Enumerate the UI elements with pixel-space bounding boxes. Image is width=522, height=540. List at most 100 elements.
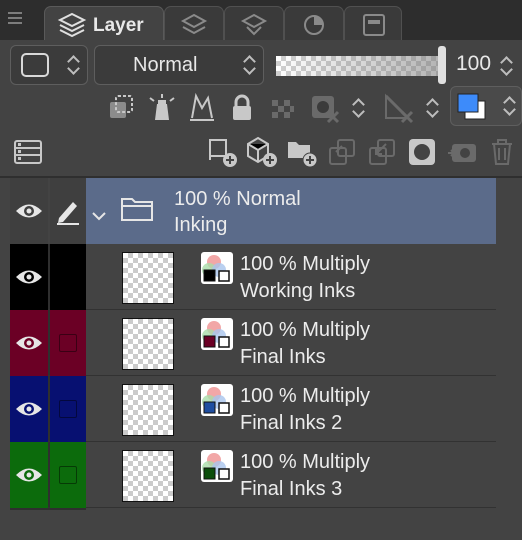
new-vector-layer-icon bbox=[247, 136, 277, 167]
clip-lower-layer-button[interactable] bbox=[106, 92, 138, 124]
layer-title: 100 % Multiply bbox=[240, 319, 371, 341]
tab-layer-label: Layer bbox=[93, 15, 144, 36]
chevron-updown-icon bbox=[67, 54, 79, 76]
tab-navigator[interactable] bbox=[284, 6, 344, 40]
layer-color-dropdown[interactable] bbox=[450, 86, 522, 126]
tab-layer[interactable]: Layer bbox=[44, 6, 164, 40]
layer-thumbnail bbox=[122, 450, 174, 502]
apply-mask-icon bbox=[448, 144, 476, 162]
pen-icon bbox=[57, 202, 79, 225]
new-vector-layer-button[interactable] bbox=[246, 136, 278, 168]
opacity-slider-handle[interactable] bbox=[438, 46, 446, 84]
merge-down-button[interactable] bbox=[366, 136, 398, 168]
navigator-icon bbox=[304, 15, 324, 35]
color-profile-icon bbox=[201, 450, 233, 482]
layer-color-swatch-icon bbox=[457, 93, 486, 120]
tab-material[interactable] bbox=[344, 6, 402, 40]
lock-layer-button[interactable] bbox=[226, 92, 258, 124]
layer-title: 100 % Multiply bbox=[240, 253, 371, 275]
opacity-slider-track[interactable] bbox=[276, 56, 438, 76]
reference-layer-button[interactable] bbox=[146, 92, 178, 124]
color-profile-icon bbox=[201, 318, 233, 350]
new-raster-layer-button[interactable] bbox=[206, 136, 238, 168]
eye-icon bbox=[16, 270, 42, 284]
opacity-value[interactable]: 100 bbox=[456, 52, 491, 76]
edit-target-checkbox[interactable] bbox=[59, 466, 77, 484]
layer-name: Working Inks bbox=[240, 280, 356, 302]
edit-target-checkbox[interactable] bbox=[59, 400, 77, 418]
folder-edit-target[interactable] bbox=[50, 178, 86, 244]
reference-layer-icon bbox=[149, 94, 175, 120]
create-mask-icon bbox=[409, 139, 435, 165]
layer-edit-target[interactable] bbox=[50, 376, 86, 442]
layer-thumbnail bbox=[122, 252, 174, 304]
lock-layer-icon bbox=[233, 94, 251, 120]
mask-enable-button[interactable] bbox=[308, 92, 340, 124]
palette-menu-icon bbox=[14, 140, 42, 164]
layer-title: 100 % Multiply bbox=[240, 451, 371, 473]
folder-visibility-toggle[interactable] bbox=[10, 178, 48, 244]
color-profile-icon bbox=[201, 384, 233, 416]
new-folder-button[interactable] bbox=[286, 136, 318, 168]
blend-mode-value: Normal bbox=[133, 54, 198, 76]
chevron-updown-icon bbox=[503, 95, 515, 117]
layer-visibility-toggle[interactable] bbox=[10, 244, 48, 310]
edit-target-checkbox[interactable] bbox=[59, 268, 77, 286]
apply-mask-button[interactable] bbox=[446, 136, 478, 168]
panel-tab-bar: Layer bbox=[0, 0, 522, 40]
draft-layer-icon bbox=[190, 92, 214, 121]
transfer-to-lower-button[interactable] bbox=[326, 136, 358, 168]
layer-property-icon bbox=[180, 13, 208, 35]
panel-grip-icon[interactable] bbox=[8, 12, 22, 26]
ruler-show-button[interactable] bbox=[382, 92, 414, 124]
mask-chevron-updown-icon[interactable] bbox=[352, 97, 364, 119]
layer-edit-target[interactable] bbox=[50, 442, 86, 508]
folder-name: Inking bbox=[174, 214, 228, 236]
layer-thumbnail bbox=[122, 384, 174, 436]
palette-menu-button[interactable] bbox=[12, 136, 44, 168]
new-raster-layer-icon bbox=[209, 139, 237, 167]
blend-mode-dropdown[interactable]: Normal bbox=[94, 45, 264, 85]
chevron-down-icon[interactable] bbox=[92, 211, 106, 221]
delete-layer-button[interactable] bbox=[486, 136, 518, 168]
chevron-updown-icon bbox=[243, 54, 255, 76]
layer-visibility-toggle[interactable] bbox=[10, 442, 48, 508]
transfer-to-lower-icon bbox=[329, 139, 355, 165]
create-mask-button[interactable] bbox=[406, 136, 438, 168]
layer-row[interactable]: 100 % Multiply Final Inks 2 bbox=[10, 376, 496, 442]
delete-layer-icon bbox=[492, 139, 512, 165]
layer-folder-row[interactable]: 100 % Normal Inking bbox=[10, 178, 496, 244]
tab-layer-property[interactable] bbox=[164, 6, 224, 40]
ruler-show-icon bbox=[384, 93, 414, 124]
layer-list[interactable]: 100 % Normal Inking 100 % Multiply Worki… bbox=[10, 178, 522, 510]
layer-edit-target[interactable] bbox=[50, 310, 86, 376]
layer-name: Final Inks 3 bbox=[240, 478, 343, 500]
ruler-chevron-updown-icon[interactable] bbox=[426, 97, 438, 119]
folder-icon bbox=[121, 198, 153, 221]
opacity-slider-fill bbox=[276, 56, 438, 76]
layer-row[interactable]: 100 % Multiply Working Inks bbox=[10, 244, 496, 310]
new-folder-icon bbox=[288, 142, 318, 168]
eye-icon bbox=[16, 204, 42, 218]
layer-name: Final Inks 2 bbox=[240, 412, 343, 434]
folder-row-body[interactable]: 100 % Normal Inking bbox=[86, 178, 496, 244]
color-profile-icon bbox=[201, 252, 233, 284]
layer-search-icon bbox=[240, 13, 268, 36]
lock-transparency-button[interactable] bbox=[266, 92, 298, 124]
expression-color-icon bbox=[21, 53, 49, 77]
layer-row[interactable]: 100 % Multiply Final Inks bbox=[10, 310, 496, 376]
eye-icon bbox=[16, 468, 42, 482]
layer-thumbnail bbox=[122, 318, 174, 370]
expression-color-dropdown[interactable] bbox=[10, 45, 88, 85]
layer-edit-target[interactable] bbox=[50, 244, 86, 310]
draft-layer-button[interactable] bbox=[186, 92, 218, 124]
tab-layer-search[interactable] bbox=[224, 6, 284, 40]
edit-target-checkbox[interactable] bbox=[59, 334, 77, 352]
clip-lower-layer-icon bbox=[110, 95, 133, 118]
layer-row[interactable]: 100 % Multiply Final Inks 3 bbox=[10, 442, 496, 508]
merge-down-icon bbox=[369, 139, 395, 165]
opacity-stepper[interactable] bbox=[500, 55, 512, 77]
layer-visibility-toggle[interactable] bbox=[10, 376, 48, 442]
material-icon bbox=[363, 14, 385, 36]
layer-visibility-toggle[interactable] bbox=[10, 310, 48, 376]
